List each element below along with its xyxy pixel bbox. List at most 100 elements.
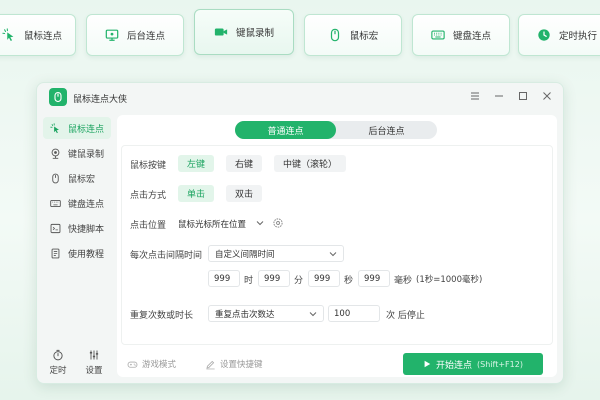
sidebar-item-label: 快捷脚本 — [68, 224, 105, 235]
repeat-mode-select[interactable]: 重复点击次数达 — [208, 305, 324, 322]
sidebar-item-keyboard-click[interactable]: 键盘连点 — [43, 192, 111, 214]
feature-tab-scheduled-run[interactable]: 定时执行 — [518, 14, 600, 56]
sidebar-item-label: 鼠标连点 — [68, 124, 105, 135]
script-icon — [50, 223, 61, 233]
mode-switch: 普通连点 后台连点 — [235, 121, 437, 139]
title-bar: 鼠标连点大侠 — [37, 83, 563, 111]
feature-tab-keyboard-click[interactable]: 键盘连点 — [412, 14, 510, 56]
start-label: 开始连点 — [436, 360, 473, 371]
interval-seconds-input[interactable]: 999 — [308, 270, 340, 287]
feature-tab-label: 定时执行 — [558, 31, 597, 42]
interval-hours-input[interactable]: 999 — [208, 270, 240, 287]
chevron-down-icon — [256, 221, 264, 226]
repeat-mode-value: 重复点击次数达 — [215, 309, 275, 320]
tab-normal-click[interactable]: 普通连点 — [235, 121, 336, 139]
cursor-click-icon — [50, 122, 59, 133]
settings-label: 设置 — [85, 366, 103, 376]
ms-conversion-note: (1秒=1000毫秒) — [416, 275, 483, 285]
sidebar-item-quick-script[interactable]: 快捷脚本 — [43, 217, 111, 239]
feature-tab-label: 鼠标宏 — [349, 31, 379, 42]
app-window: 鼠标连点大侠 鼠标连点 键鼠录制 鼠标宏 键盘连点 快捷脚本 使用教程 定时 设… — [36, 82, 564, 384]
book-icon — [51, 248, 60, 258]
click-mode-label: 点击方式 — [130, 191, 167, 201]
sidebar: 鼠标连点 键鼠录制 鼠标宏 键盘连点 快捷脚本 使用教程 定时 设置 — [37, 115, 115, 383]
click-mode-single[interactable]: 单击 — [178, 185, 214, 202]
feature-tab-label: 键鼠录制 — [235, 28, 274, 39]
edit-icon — [206, 360, 215, 369]
sidebar-item-label: 键鼠录制 — [68, 149, 105, 160]
mouse-button-left[interactable]: 左键 — [178, 155, 214, 172]
interval-ms-input[interactable]: 999 — [358, 270, 390, 287]
interval-minutes-input[interactable]: 999 — [258, 270, 290, 287]
minutes-unit: 分 — [294, 276, 304, 286]
click-position-label: 点击位置 — [130, 221, 167, 231]
click-mode-double[interactable]: 双击 — [226, 185, 262, 202]
clock-icon — [537, 28, 551, 42]
mouse-icon — [328, 28, 342, 42]
monitor-icon — [105, 28, 119, 42]
sidebar-item-label: 鼠标宏 — [68, 174, 96, 185]
start-clicking-button[interactable]: 开始连点 (Shift+F12) — [403, 353, 543, 375]
game-mode-label: 游戏模式 — [142, 360, 177, 370]
repeat-label: 重复次数或时长 — [130, 311, 194, 321]
timer-label: 定时 — [49, 366, 67, 376]
mouse-icon — [52, 173, 59, 183]
hours-unit: 时 — [244, 276, 254, 286]
sliders-icon — [89, 350, 99, 360]
feature-tab-label: 鼠标连点 — [23, 31, 62, 42]
interval-mode-select[interactable]: 自定义间隔时间 — [208, 245, 344, 262]
stopwatch-icon — [53, 349, 63, 361]
cursor-click-icon — [2, 28, 16, 42]
sidebar-item-key-mouse-record[interactable]: 键鼠录制 — [43, 142, 111, 164]
feature-tab-mouse-click[interactable]: 鼠标连点 — [0, 14, 76, 56]
sidebar-item-label: 键盘连点 — [68, 199, 105, 210]
footer-bar: 游戏模式 设置快捷键 开始连点 (Shift+F12) — [117, 351, 557, 377]
app-logo-icon — [49, 88, 67, 106]
hotkey-settings-link[interactable]: 设置快捷键 — [205, 358, 263, 370]
feature-tab-label: 键盘连点 — [452, 31, 491, 42]
maximize-icon[interactable] — [517, 90, 529, 102]
feature-tab-label: 后台连点 — [126, 31, 165, 42]
repeat-suffix: 次 后停止 — [386, 311, 425, 321]
settings-button[interactable]: 设置 — [81, 349, 107, 376]
chevron-down-icon — [329, 252, 337, 257]
game-mode-toggle[interactable]: 游戏模式 — [127, 358, 176, 370]
mouse-button-label: 鼠标按键 — [130, 161, 167, 171]
interval-mode-value: 自定义间隔时间 — [215, 249, 275, 260]
feature-tab-mouse-macro[interactable]: 鼠标宏 — [304, 14, 402, 56]
close-icon[interactable] — [541, 90, 553, 102]
interval-label: 每次点击间隔时间 — [130, 251, 203, 261]
hotkey-label: 设置快捷键 — [220, 360, 263, 370]
video-record-icon — [214, 25, 228, 39]
click-position-value: 鼠标光标所在位置 — [178, 219, 247, 230]
sidebar-item-label: 使用教程 — [68, 249, 105, 260]
start-hotkey-hint: (Shift+F12) — [477, 359, 523, 369]
seconds-unit: 秒 — [344, 276, 354, 286]
gear-icon[interactable] — [272, 217, 284, 229]
sidebar-item-tutorial[interactable]: 使用教程 — [43, 242, 111, 264]
repeat-count-input[interactable]: 100 — [328, 305, 380, 322]
play-icon — [424, 360, 431, 368]
feature-tab-key-mouse-record[interactable]: 键鼠录制 — [194, 9, 294, 55]
settings-panel: 鼠标按键 左键 右键 中键（滚轮） 点击方式 单击 双击 点击位置 鼠标光标所在… — [121, 145, 553, 345]
menu-icon[interactable] — [469, 90, 481, 102]
webcam-icon — [51, 148, 60, 159]
gamepad-icon — [127, 361, 138, 368]
main-panel: 普通连点 后台连点 鼠标按键 左键 右键 中键（滚轮） 点击方式 单击 双击 点… — [117, 115, 557, 377]
app-title: 鼠标连点大侠 — [73, 95, 128, 105]
sidebar-item-mouse-click[interactable]: 鼠标连点 — [43, 117, 111, 139]
feature-tab-bar: 鼠标连点 后台连点 键鼠录制 鼠标宏 键盘连点 定时执行 — [0, 9, 600, 58]
keyboard-icon — [431, 28, 445, 42]
timer-button[interactable]: 定时 — [45, 349, 71, 376]
sidebar-item-mouse-macro[interactable]: 鼠标宏 — [43, 167, 111, 189]
minimize-icon[interactable] — [493, 90, 505, 102]
ms-unit: 毫秒 — [394, 276, 413, 286]
chevron-down-icon — [309, 312, 317, 317]
mouse-button-right[interactable]: 右键 — [226, 155, 262, 172]
click-position-select[interactable]: 鼠标光标所在位置 — [178, 215, 270, 232]
window-controls — [469, 90, 553, 102]
mouse-button-middle[interactable]: 中键（滚轮） — [274, 155, 346, 172]
tab-background-click[interactable]: 后台连点 — [336, 121, 437, 139]
keyboard-icon — [50, 199, 61, 207]
feature-tab-background-click[interactable]: 后台连点 — [86, 14, 184, 56]
